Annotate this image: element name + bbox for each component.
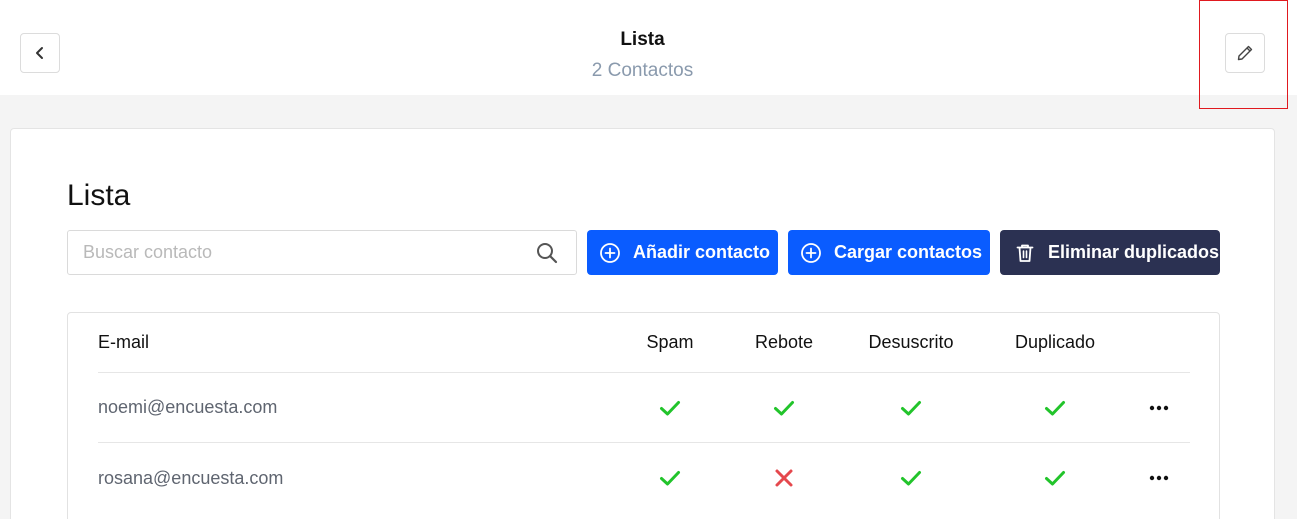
more-horizontal-icon [1149, 475, 1169, 481]
row-actions-button[interactable] [1138, 373, 1180, 442]
table-row: rosana@encuesta.com [98, 443, 1190, 513]
add-contact-button[interactable]: Añadir contacto [587, 230, 778, 275]
spam-status [628, 443, 712, 513]
remove-duplicates-button[interactable]: Eliminar duplicados [1000, 230, 1220, 275]
check-icon [660, 471, 680, 486]
spam-status [628, 373, 712, 442]
add-contact-label: Añadir contacto [633, 242, 771, 262]
check-icon [901, 471, 921, 486]
desuscrito-status [856, 373, 966, 442]
column-header-spam[interactable]: Spam [628, 313, 712, 372]
check-icon [774, 400, 794, 415]
page-title: Lista [620, 29, 665, 50]
check-icon [1045, 471, 1065, 486]
check-icon [1045, 400, 1065, 415]
duplicado-status [1000, 443, 1110, 513]
search-icon[interactable] [535, 241, 559, 265]
check-icon [901, 400, 921, 415]
rebote-status [742, 373, 826, 442]
card-title: Lista [67, 179, 131, 212]
column-header-desuscrito[interactable]: Desuscrito [856, 313, 966, 372]
row-email: noemi@encuesta.com [98, 397, 278, 417]
upload-contacts-label: Cargar contactos [834, 242, 983, 262]
column-header-email[interactable]: E-mail [98, 313, 548, 372]
contact-count: 2 Contactos [591, 60, 694, 81]
search-box [67, 230, 577, 275]
column-header-duplicado[interactable]: Duplicado [1000, 313, 1110, 372]
plus-circle-icon [600, 242, 620, 263]
upload-contacts-button[interactable]: Cargar contactos [788, 230, 990, 275]
plus-circle-icon [801, 242, 821, 263]
table-header-row: E-mail Spam Rebote Desuscrito Duplicado [98, 313, 1190, 373]
rebote-status [742, 443, 826, 513]
table-row: noemi@encuesta.com [98, 373, 1190, 443]
column-header-rebote[interactable]: Rebote [742, 313, 826, 372]
duplicado-status [1000, 373, 1110, 442]
list-card: Lista Añadir contacto Cargar contactos E… [10, 128, 1275, 519]
remove-duplicates-label: Eliminar duplicados [1048, 242, 1220, 262]
top-bar: Lista 2 Contactos [0, 0, 1297, 95]
more-horizontal-icon [1149, 405, 1169, 410]
contacts-table: E-mail Spam Rebote Desuscrito Duplicado … [67, 312, 1220, 519]
desuscrito-status [856, 443, 966, 513]
check-icon [660, 400, 680, 415]
edit-button[interactable] [1225, 33, 1265, 73]
header-title-block: Lista 2 Contactos [0, 28, 1285, 83]
row-email: rosana@encuesta.com [98, 467, 284, 488]
trash-icon [1016, 244, 1034, 262]
search-input[interactable] [68, 231, 528, 274]
cross-icon [775, 469, 793, 487]
row-actions-button[interactable] [1138, 443, 1180, 513]
pencil-icon [1237, 45, 1253, 61]
